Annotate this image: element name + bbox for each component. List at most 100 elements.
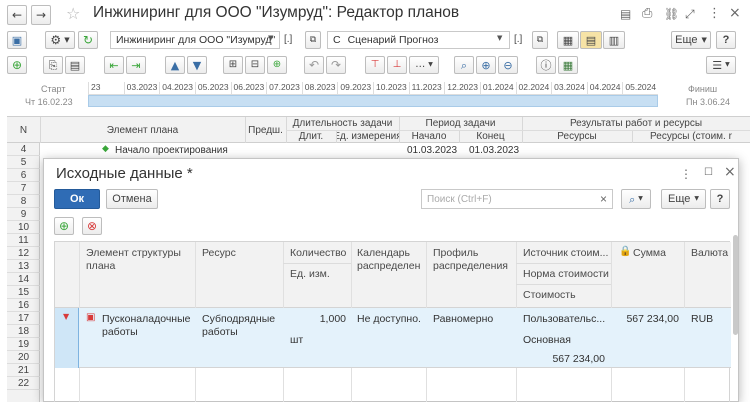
timeline-range-bar[interactable] — [88, 95, 658, 107]
list-options-button[interactable]: ☰ ▼ — [706, 56, 736, 74]
ok-label: Ок — [69, 193, 85, 205]
row-sum[interactable]: 567 234,00 — [615, 313, 679, 326]
timeline-month-label: 11.2023 — [408, 82, 445, 95]
row-cost-norm[interactable]: Основная — [523, 334, 571, 347]
timeline-finish-date: Пн 3.06.24 — [686, 97, 730, 107]
row-calendar[interactable]: Не доступно. — [357, 313, 421, 326]
more-button[interactable]: Еще ▼ — [671, 31, 711, 49]
more-tools-button[interactable]: … ▼ — [409, 56, 439, 74]
arrow-up-icon: ▲ — [170, 58, 180, 72]
row-number: 10 — [7, 222, 40, 234]
cancel-button[interactable]: Отмена — [106, 189, 158, 209]
scenario-dropdown-icon[interactable]: ▼ — [497, 35, 502, 42]
timeline-month-label: 03.2024 — [551, 82, 587, 95]
unlink-tasks-button[interactable]: ⊟ — [245, 56, 265, 74]
view-chart-button[interactable]: ▥ — [603, 31, 625, 49]
row-quantity[interactable]: 1,000 — [290, 313, 346, 326]
row-element[interactable]: Пусконаладочные работы — [102, 313, 192, 339]
row-unit[interactable]: шт — [290, 334, 303, 347]
search-button[interactable]: ⌕ — [454, 56, 474, 74]
first-row-start[interactable]: 01.03.2023 — [407, 145, 457, 156]
close-icon[interactable]: × — [729, 6, 741, 20]
col-period-header: Период задачи — [425, 118, 496, 129]
delete-resource-button[interactable]: ⊗ — [82, 217, 102, 235]
move-up-button[interactable]: ▲ — [165, 56, 185, 74]
forward-button[interactable]: → — [31, 5, 51, 25]
scenario-clear[interactable]: [.] — [514, 34, 522, 45]
col-calendar: Календарь распределен — [357, 247, 421, 272]
add-row-button[interactable]: ⊕ — [7, 56, 27, 74]
report-icon[interactable]: ▤ — [620, 8, 631, 20]
dialog-help-button[interactable]: ? — [710, 189, 730, 209]
dialog-search-button[interactable]: ⌕ ▼ — [621, 189, 651, 209]
first-row-element[interactable]: Начало проектирования — [115, 145, 228, 156]
back-button[interactable]: ← — [7, 5, 27, 25]
info-button[interactable]: ⓘ — [536, 56, 556, 74]
search-input[interactable]: Поиск (Ctrl+F) — [421, 189, 613, 209]
ok-button[interactable]: Ок — [54, 189, 100, 209]
link-icon[interactable]: ⛓ — [664, 8, 679, 20]
row-number: 11 — [7, 235, 40, 247]
chevron-down-icon: ▼ — [725, 61, 730, 68]
row-number: 12 — [7, 248, 40, 260]
zoom-out-button[interactable]: ⊖ — [498, 56, 518, 74]
view-gantt-button[interactable]: ▤ — [580, 31, 602, 49]
col-currency: Валюта — [691, 247, 729, 259]
timeline-month-label: 10.2023 — [373, 82, 409, 95]
view-table-button[interactable]: ▦ — [557, 31, 579, 49]
row-cost-source[interactable]: Пользовательс... — [523, 313, 605, 326]
scenario-select[interactable]: С Сценарий Прогноз — [327, 31, 510, 49]
redo-button[interactable]: ↷ — [326, 56, 346, 74]
dialog-more-button[interactable]: Еще ▼ — [661, 189, 706, 209]
search-clear[interactable]: × — [600, 192, 607, 206]
add-dependency-button[interactable]: ⊕ — [267, 56, 287, 74]
calculator-button[interactable]: ▦ — [558, 56, 578, 74]
add-resource-button[interactable]: ⊕ — [54, 217, 74, 235]
settings-button[interactable]: ⚙ ▼ — [45, 31, 75, 49]
row-currency[interactable]: RUB — [691, 313, 713, 326]
critical-path-button[interactable]: ⊥ — [387, 56, 407, 74]
undo-button[interactable]: ↶ — [304, 56, 324, 74]
plan-select[interactable]: Инжиниринг для ООО "Изумруд" — [110, 31, 280, 49]
plan-open-button[interactable]: ⧉ — [305, 31, 321, 49]
favorite-star-icon[interactable]: ☆ — [66, 6, 80, 22]
link-tasks-button[interactable]: ⊞ — [223, 56, 243, 74]
row-number: 19 — [7, 339, 40, 351]
help-button[interactable]: ? — [716, 31, 736, 49]
refresh-button[interactable]: ↻ — [78, 31, 98, 49]
row-pointer-icon: ▼ — [63, 312, 70, 321]
add-icon: ⊕ — [58, 219, 70, 233]
plan-clear[interactable]: [.] — [284, 34, 292, 45]
dialog-more-icon[interactable]: ⋮ — [680, 168, 692, 180]
row-cost[interactable]: 567 234,00 — [523, 353, 605, 366]
milestone-button[interactable]: ⊤ — [365, 56, 385, 74]
col-resource: Ресурс — [202, 247, 236, 259]
row-profile[interactable]: Равномерно — [433, 313, 493, 326]
timeline-month-label: 05.2024 — [622, 82, 658, 95]
row-number: 8 — [7, 196, 40, 208]
col-end-header: Конец — [476, 131, 505, 142]
outdent-button[interactable]: ⇤ — [104, 56, 124, 74]
chevron-down-icon: ▼ — [428, 61, 433, 68]
save-button[interactable]: ▣ — [7, 31, 27, 49]
first-row-end[interactable]: 01.03.2023 — [469, 145, 519, 156]
calculator-icon: ▦ — [562, 58, 574, 72]
scenario-open-button[interactable]: ⧉ — [532, 31, 548, 49]
row-resource[interactable]: Субподрядные работы — [202, 313, 282, 339]
print-icon[interactable]: ⎙ — [642, 7, 652, 20]
fullscreen-icon[interactable]: ⤢ — [685, 8, 695, 20]
row-number: 4 — [7, 144, 40, 156]
dialog-close-icon[interactable]: × — [724, 165, 736, 179]
copy-button[interactable]: ⎘ — [43, 56, 63, 74]
more-actions-icon[interactable]: ⋮ — [708, 7, 721, 20]
plan-dropdown-icon[interactable]: ▼ — [268, 35, 273, 42]
dialog-maximize-icon[interactable]: ☐ — [704, 168, 713, 178]
paste-icon: ▤ — [69, 58, 81, 72]
indent-button[interactable]: ⇥ — [126, 56, 146, 74]
zoom-in-button[interactable]: ⊕ — [476, 56, 496, 74]
indent-icon: ⇥ — [131, 58, 141, 72]
table-scrollbar[interactable] — [733, 235, 738, 335]
move-down-button[interactable]: ▼ — [187, 56, 207, 74]
scenario-prefix: С — [333, 34, 341, 46]
paste-button[interactable]: ▤ — [65, 56, 85, 74]
